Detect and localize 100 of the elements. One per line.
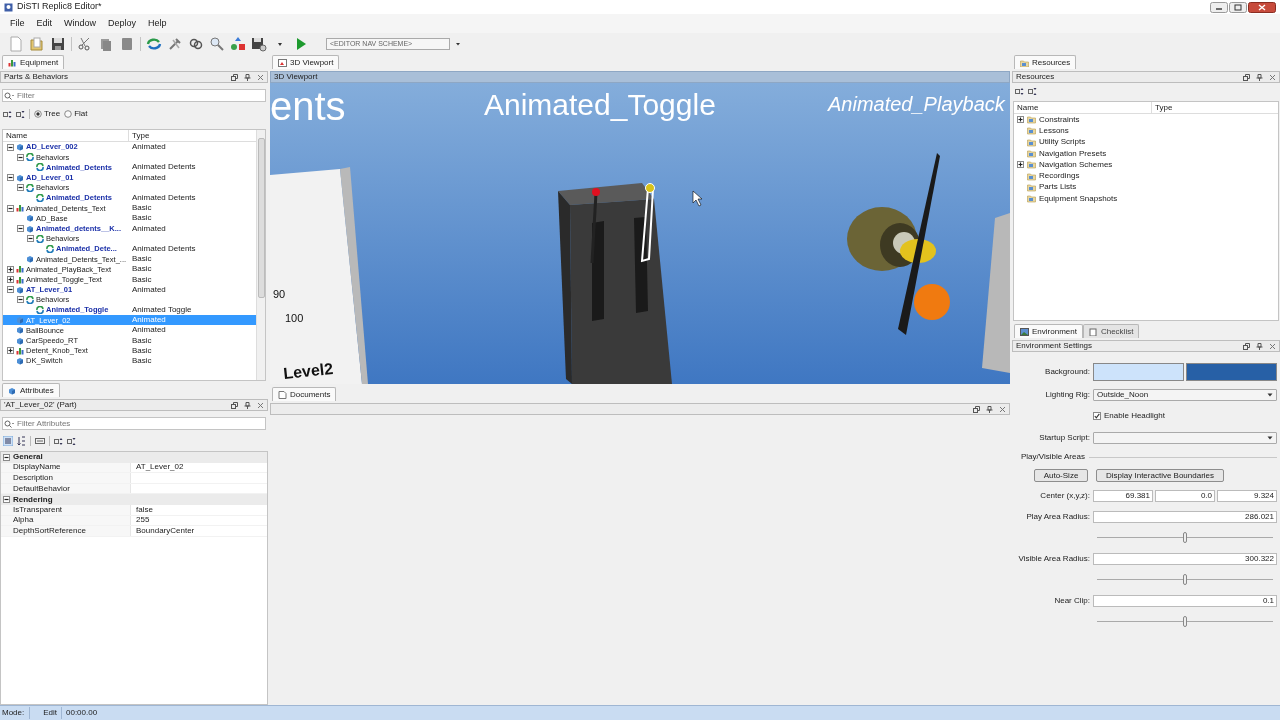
pin-icon[interactable] (244, 401, 251, 409)
restore-icon[interactable] (231, 401, 238, 409)
tree-row[interactable]: Utility Scripts (1014, 136, 1278, 148)
expand-all-icon[interactable] (3, 109, 12, 119)
number-field[interactable]: 300.322 (1093, 552, 1277, 565)
collapse-icon[interactable] (27, 235, 34, 243)
expand-icon[interactable] (1017, 161, 1024, 169)
paste-icon[interactable] (119, 36, 135, 52)
slider-track[interactable] (1097, 532, 1273, 543)
tree-row[interactable]: Equipment Snapshots (1014, 193, 1278, 205)
close-icon[interactable] (999, 405, 1006, 413)
pin-icon[interactable] (244, 73, 251, 81)
collapse-all-icon[interactable] (16, 109, 25, 119)
expand-icon[interactable] (1017, 116, 1024, 124)
panel-tab[interactable]: Checklist (1082, 324, 1140, 338)
filter-field[interactable]: Filter Attributes (2, 417, 266, 430)
number-field[interactable]: 0.0 (1155, 489, 1215, 502)
checkbox-icon[interactable] (1093, 411, 1101, 420)
tree-row[interactable]: Parts Lists (1014, 181, 1278, 194)
tree-row[interactable]: Navigation Presets (1014, 147, 1278, 160)
pin-icon[interactable] (1256, 342, 1263, 350)
view-mode-radio[interactable]: Tree (34, 108, 61, 120)
collapse-icon[interactable] (7, 143, 14, 151)
panel-tab[interactable]: Resources (1014, 55, 1077, 69)
sync-icon[interactable] (146, 36, 162, 52)
restore-icon[interactable] (231, 73, 238, 81)
link-icon[interactable] (188, 36, 204, 52)
restore-icon[interactable] (973, 405, 980, 413)
slider-thumb[interactable] (1183, 574, 1187, 585)
close-icon[interactable] (1269, 342, 1276, 350)
sort-icon[interactable] (17, 436, 26, 446)
view-mode-radio[interactable]: Flat (64, 108, 88, 120)
restore-icon[interactable] (1243, 342, 1250, 350)
collapse-icon[interactable] (7, 204, 14, 212)
expand-all-icon[interactable] (1015, 86, 1024, 96)
slider-track[interactable] (1097, 574, 1273, 585)
filter-field[interactable]: Filter (2, 89, 266, 102)
number-field[interactable]: 0.1 (1093, 594, 1277, 607)
color-swatch[interactable] (1093, 363, 1184, 381)
maximize-icon[interactable] (1229, 1, 1247, 13)
column-header[interactable]: Name (1014, 102, 1152, 113)
tree-row[interactable]: Constraints (1014, 114, 1278, 126)
expand-icon[interactable] (7, 276, 14, 284)
copy-icon[interactable] (98, 36, 114, 52)
collapse-all-icon[interactable] (1028, 86, 1037, 96)
menu-item[interactable]: Window (64, 16, 97, 31)
collapse-icon[interactable] (7, 286, 14, 294)
menu-item[interactable]: Deploy (108, 16, 137, 31)
categorized-icon[interactable] (3, 436, 13, 446)
expand-icon[interactable] (7, 265, 14, 273)
headlight-checkbox[interactable]: Enable Headlight (1093, 409, 1165, 422)
search-icon[interactable] (209, 36, 225, 52)
pin-icon[interactable] (986, 405, 993, 413)
expand-all-icon[interactable] (54, 436, 63, 446)
tree-row[interactable]: Navigation Schemes (1014, 159, 1278, 171)
panel-tab[interactable]: Environment (1014, 324, 1083, 338)
close-icon[interactable] (1269, 73, 1276, 81)
radio-icon[interactable] (64, 110, 73, 118)
slider-thumb[interactable] (1183, 616, 1187, 627)
collapse-icon[interactable] (3, 453, 10, 461)
panel-tab[interactable]: Attributes (2, 383, 60, 397)
collapse-icon[interactable] (17, 153, 24, 161)
shapes-icon[interactable] (230, 36, 246, 52)
property-value[interactable]: BoundaryCenter (136, 524, 195, 537)
number-field[interactable]: 286.021 (1093, 510, 1277, 523)
property-pages-icon[interactable] (35, 437, 45, 445)
close-icon[interactable] (257, 73, 264, 81)
close-icon[interactable] (257, 401, 264, 409)
tree-row[interactable]: Recordings (1014, 170, 1278, 182)
panel-tab[interactable]: Documents (272, 387, 337, 401)
collapse-icon[interactable] (17, 225, 24, 233)
collapse-icon[interactable] (7, 174, 14, 182)
number-field[interactable]: 9.324 (1217, 489, 1277, 502)
pin-icon[interactable] (1256, 73, 1263, 81)
tree-row[interactable]: Lessons (1014, 125, 1278, 137)
property-group[interactable]: General (1, 452, 267, 463)
restore-icon[interactable] (1243, 73, 1250, 81)
panel-tab[interactable]: 3D Viewport (272, 55, 340, 69)
property-group[interactable]: Rendering (1, 494, 267, 505)
property-value[interactable]: AT_Lever_02 (136, 461, 184, 474)
slider-thumb[interactable] (1183, 532, 1187, 543)
wrench-icon[interactable] (167, 36, 183, 52)
collapse-icon[interactable] (17, 184, 24, 192)
menu-item[interactable]: File (10, 16, 25, 31)
property-value[interactable]: 255 (136, 514, 150, 527)
minimize-icon[interactable] (1210, 1, 1228, 13)
color-swatch[interactable] (1186, 363, 1277, 381)
save-disk-icon[interactable] (251, 36, 267, 52)
column-header[interactable]: Name (3, 130, 129, 141)
radio-icon[interactable] (34, 110, 42, 118)
menu-item[interactable]: Edit (36, 16, 53, 31)
expand-icon[interactable] (7, 347, 14, 355)
column-header[interactable]: Type (129, 130, 256, 141)
collapse-icon[interactable] (3, 496, 10, 504)
action-button[interactable]: Display Interactive Boundaries (1096, 469, 1225, 482)
dropdown[interactable]: Outside_Noon (1093, 389, 1277, 401)
close-icon[interactable] (1248, 1, 1276, 13)
collapse-icon[interactable] (17, 296, 24, 304)
scrollbar[interactable] (256, 130, 265, 380)
menu-item[interactable]: Help (148, 16, 167, 31)
